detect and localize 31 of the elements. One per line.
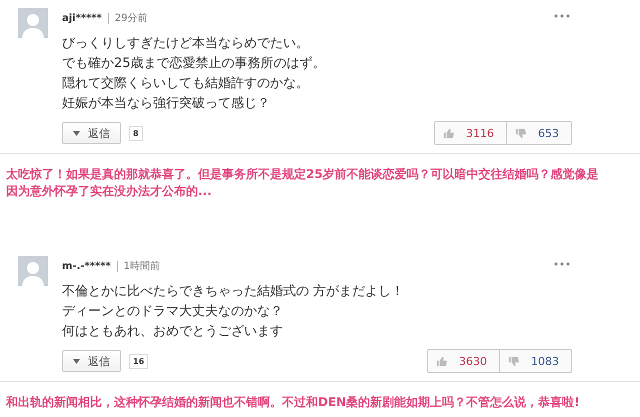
comment-line: でも確か25歳まで恋愛禁止の事務所のはず。 <box>62 55 327 73</box>
comment-line: ディーンとのドラマ大丈夫なのかな？ <box>62 303 284 321</box>
avatar-icon <box>18 8 48 38</box>
more-icon[interactable] <box>554 14 570 18</box>
avatar-icon <box>18 256 48 286</box>
comment-line: びっくりしすぎたけど本当ならめでたい。 <box>62 35 310 53</box>
dislike-button[interactable]: 653 <box>506 122 571 144</box>
reply-count: 16 <box>129 354 148 368</box>
like-button[interactable]: 3630 <box>428 350 499 372</box>
caret-icon <box>73 130 80 136</box>
comment-line: 何はともあれ、おめでとうございます <box>62 323 284 341</box>
timestamp: 1時間前 <box>124 260 160 273</box>
thumbs-up-icon <box>436 356 447 366</box>
comment-line: 不倫とかに比べたらできちゃった結婚式の 方がまだよし！ <box>62 283 406 301</box>
reply-button[interactable]: 返信 <box>62 350 121 372</box>
username[interactable]: aji***** <box>62 12 102 24</box>
thumbs-down-icon <box>508 356 519 366</box>
dislike-button[interactable]: 1083 <box>499 350 571 372</box>
username[interactable]: m-.-***** <box>62 260 111 272</box>
thumbs-up-icon <box>443 128 454 138</box>
comment-line: 妊娠が本当なら強行突破って感じ？ <box>62 95 271 113</box>
caret-icon <box>73 358 80 364</box>
thumbs-down-icon <box>515 128 526 138</box>
comment-line: 隠れて交際くらいしても結婚許すのかな。 <box>62 75 310 93</box>
reply-button[interactable]: 返信 <box>62 122 121 144</box>
translation-text: 太吃惊了！如果是真的那就恭喜了。但是事务所不是规定25岁前不能谈恋爱吗？可以暗中交往结婚吗？感觉像是因为意外怀孕了实在没办法才公布的... <box>4 166 600 200</box>
reply-count: 8 <box>129 126 143 140</box>
timestamp: 29分前 <box>114 12 148 25</box>
translation-text: 和出轨的新闻相比，这种怀孕结婚的新闻也不错啊。不过和DEN桑的新剧能如期上吗？不管怎么说，恭喜啦! <box>4 394 581 411</box>
more-icon[interactable] <box>554 262 570 266</box>
like-button[interactable]: 3116 <box>435 122 506 144</box>
